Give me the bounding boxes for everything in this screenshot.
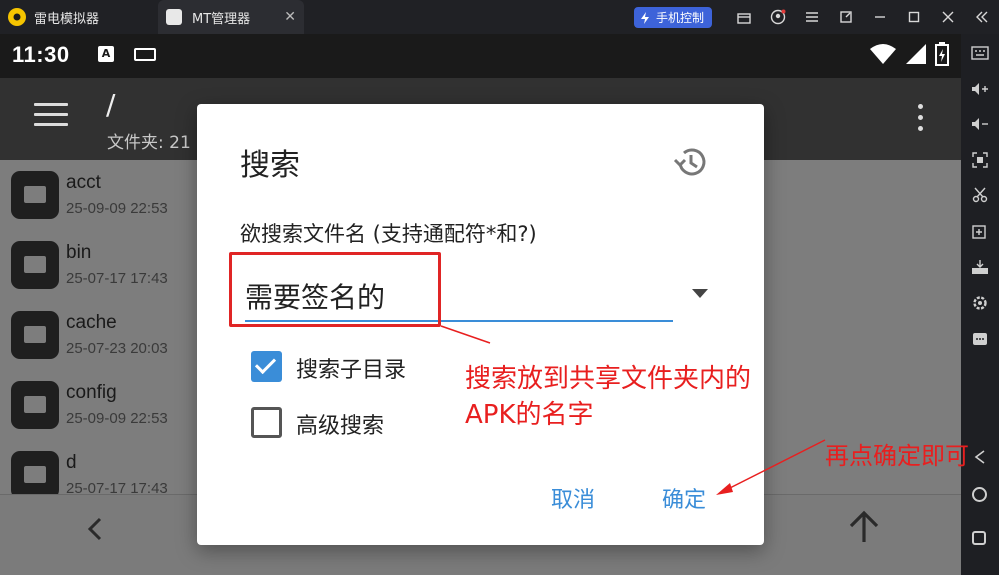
annotation-note-confirm: 再点确定即可 (825, 442, 969, 470)
annotation-line: 搜索放到共享文件夹内的 (465, 364, 752, 394)
annotation-arrows (440, 325, 826, 495)
emulator-window: 雷电模拟器 MT管理器 ✕ 手机控制 11:30 A / 文件夹: 21 acc… (0, 0, 999, 575)
annotation-line: APK的名字 (465, 400, 594, 430)
annotation-note-input: 搜索放到共享文件夹内的 APK的名字 (465, 361, 751, 433)
